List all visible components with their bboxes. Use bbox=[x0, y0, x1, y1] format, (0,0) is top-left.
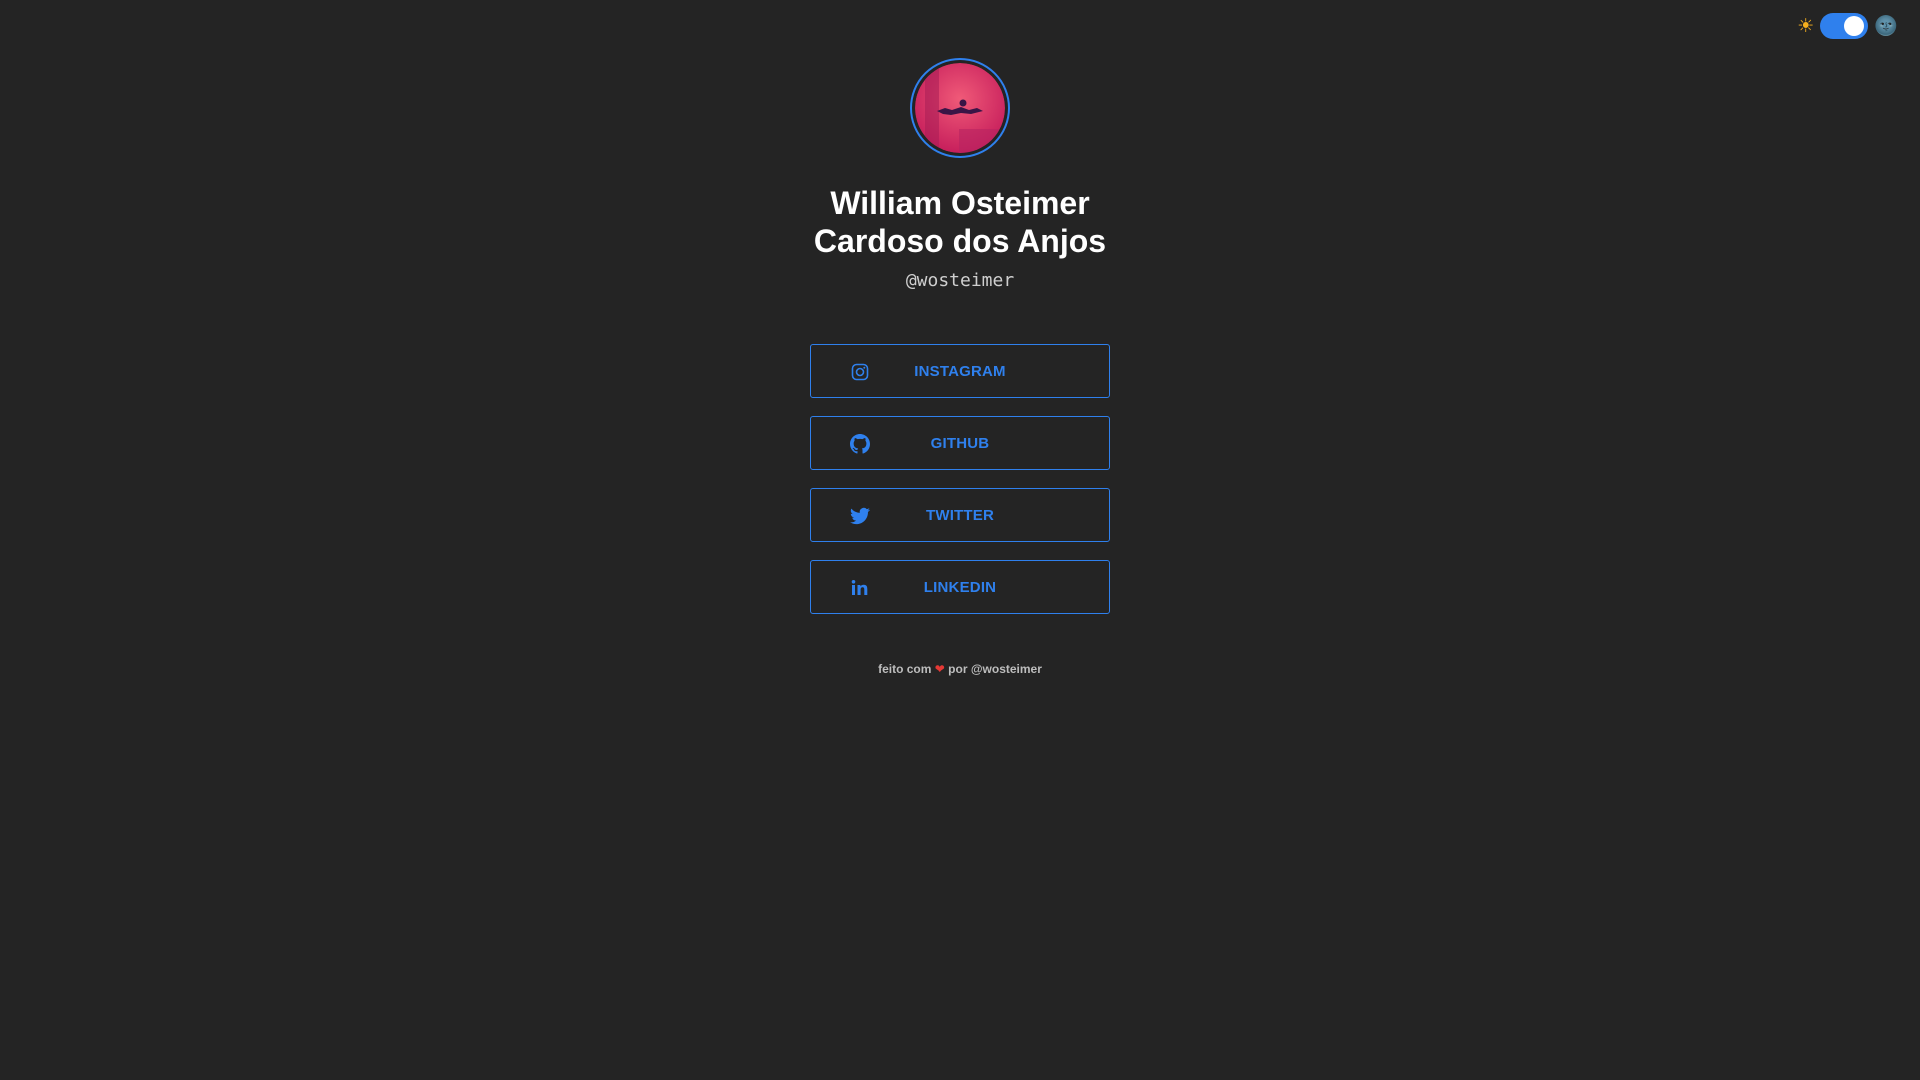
toggle-knob bbox=[1844, 16, 1865, 36]
heart-icon: ❤ bbox=[934, 662, 945, 676]
sun-icon: ☀ bbox=[1797, 15, 1815, 37]
linkedin-icon bbox=[851, 580, 868, 595]
name-line-2: Cardoso dos Anjos bbox=[813, 223, 1107, 259]
page: ☀ 🌚 William Osteimer Cardoso dos Anjos @… bbox=[0, 0, 1920, 1080]
linkedin-link-button[interactable]: LINKEDIN bbox=[810, 560, 1110, 614]
footer: feito com ❤ por @wosteimer bbox=[0, 662, 1920, 676]
profile-name: William Osteimer Cardoso dos Anjos bbox=[780, 184, 1140, 260]
github-icon bbox=[850, 434, 870, 454]
profile: William Osteimer Cardoso dos Anjos @wost… bbox=[0, 58, 1920, 292]
footer-suffix: por @wosteimer bbox=[948, 662, 1042, 676]
footer-prefix: feito com bbox=[878, 662, 932, 676]
twitter-link-button[interactable]: TWITTER bbox=[810, 488, 1110, 542]
github-link-button[interactable]: GITHUB bbox=[810, 416, 1110, 470]
instagram-icon bbox=[851, 363, 869, 381]
profile-handle: @wosteimer bbox=[905, 270, 1015, 291]
avatar bbox=[910, 58, 1010, 158]
moon-icon: 🌚 bbox=[1874, 15, 1898, 37]
twitter-icon bbox=[850, 507, 870, 525]
theme-toggle[interactable] bbox=[1820, 13, 1869, 39]
instagram-link-button[interactable]: INSTAGRAM bbox=[810, 344, 1110, 398]
link-list: INSTAGRAM GITHUB TWITTER LINKEDIN bbox=[810, 344, 1110, 632]
theme-switch: ☀ 🌚 bbox=[1797, 13, 1898, 39]
name-line-1: William Osteimer bbox=[830, 185, 1090, 221]
avatar-image bbox=[915, 63, 1005, 153]
